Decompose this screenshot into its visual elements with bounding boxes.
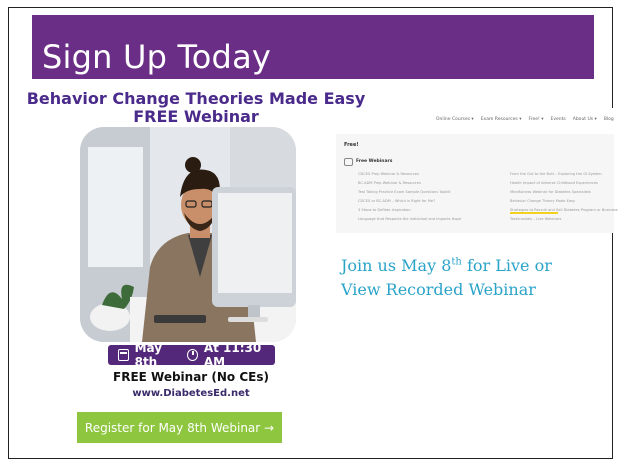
promo-heading: Behavior Change Theories Made Easy FREE … [26, 90, 366, 126]
join-line1-rest: for Live or [461, 256, 552, 275]
website-nav: Online Courses ▾ Exam Resources ▾ Free! … [436, 117, 614, 122]
menu-item[interactable]: From the Gut to the Butt – Exploring the… [510, 170, 618, 179]
menu-item[interactable]: BC-ADM Prep Webinar & Resources [358, 179, 461, 188]
menu-item[interactable]: CDCES Prep Webinar & Resources [358, 170, 461, 179]
nav-about-us[interactable]: About Us ▾ [573, 117, 597, 122]
webinar-time: At 11:30 AM [203, 341, 262, 369]
promo-heading-line1: Behavior Change Theories Made Easy [26, 89, 366, 108]
menu-item[interactable]: Language that Respects the Individual an… [358, 215, 461, 224]
menu-item-highlighted[interactable]: Behavior Change Theory Made Easy [510, 197, 618, 206]
calendar-icon [118, 349, 129, 361]
webinar-icon [344, 158, 353, 166]
section-title: Free Webinars [356, 159, 393, 164]
nav-blog[interactable]: Blog [604, 117, 614, 122]
menu-item[interactable]: CDCES or BC-ADM – Which is Right for Me? [358, 197, 461, 206]
join-line1: Join us May 8th for Live or [341, 254, 591, 278]
website-url[interactable]: www.DiabetesEd.net [96, 388, 286, 399]
nav-free[interactable]: Free! ▾ [528, 117, 543, 122]
join-line1-sup: th [451, 256, 462, 268]
right-menu-column: From the Gut to the Butt – Exploring the… [510, 170, 618, 224]
left-menu-column: CDCES Prep Webinar & Resources BC-ADM Pr… [358, 170, 461, 224]
nav-events[interactable]: Events [551, 117, 566, 122]
menu-item[interactable]: 3 Steps to Deflate Inspiration [358, 206, 461, 215]
date-time-badge: May 8th At 11:30 AM [108, 341, 275, 369]
register-button[interactable]: Register for May 8th Webinar → [77, 412, 282, 443]
title-banner: Sign Up Today [32, 15, 594, 79]
panel-title: Free! [344, 142, 359, 148]
clock-icon [187, 349, 198, 361]
nav-online-courses[interactable]: Online Courses ▾ [436, 117, 474, 122]
menu-item[interactable]: Test Taking Practice Exam Sample Questio… [358, 188, 461, 197]
dropdown-panel: Free! Free Webinars CDCES Prep Webinar &… [336, 134, 618, 233]
promo-heading-line2: FREE Webinar [133, 107, 259, 126]
free-webinar-label: FREE Webinar (No CEs) [113, 370, 269, 384]
join-message: Join us May 8th for Live or View Recorde… [341, 254, 591, 302]
menu-item[interactable]: Mindfulness Webinar for Diabetes Special… [510, 188, 618, 197]
slide-title: Sign Up Today [42, 38, 272, 76]
join-line1-text: Join us May 8 [341, 256, 452, 275]
website-screenshot: Online Courses ▾ Exam Resources ▾ Free! … [336, 108, 618, 233]
webinar-date: May 8th [134, 341, 163, 369]
presenter-photo [80, 127, 296, 342]
highlight-underline [510, 212, 558, 214]
join-line2: View Recorded Webinar [341, 280, 536, 299]
office-man-illustration [80, 127, 296, 342]
menu-item[interactable]: Health Impact of Adverse Childhood Exper… [510, 179, 618, 188]
menu-item[interactable]: Testimonials – Live Webinars [510, 215, 618, 224]
nav-exam-resources[interactable]: Exam Resources ▾ [481, 117, 522, 122]
